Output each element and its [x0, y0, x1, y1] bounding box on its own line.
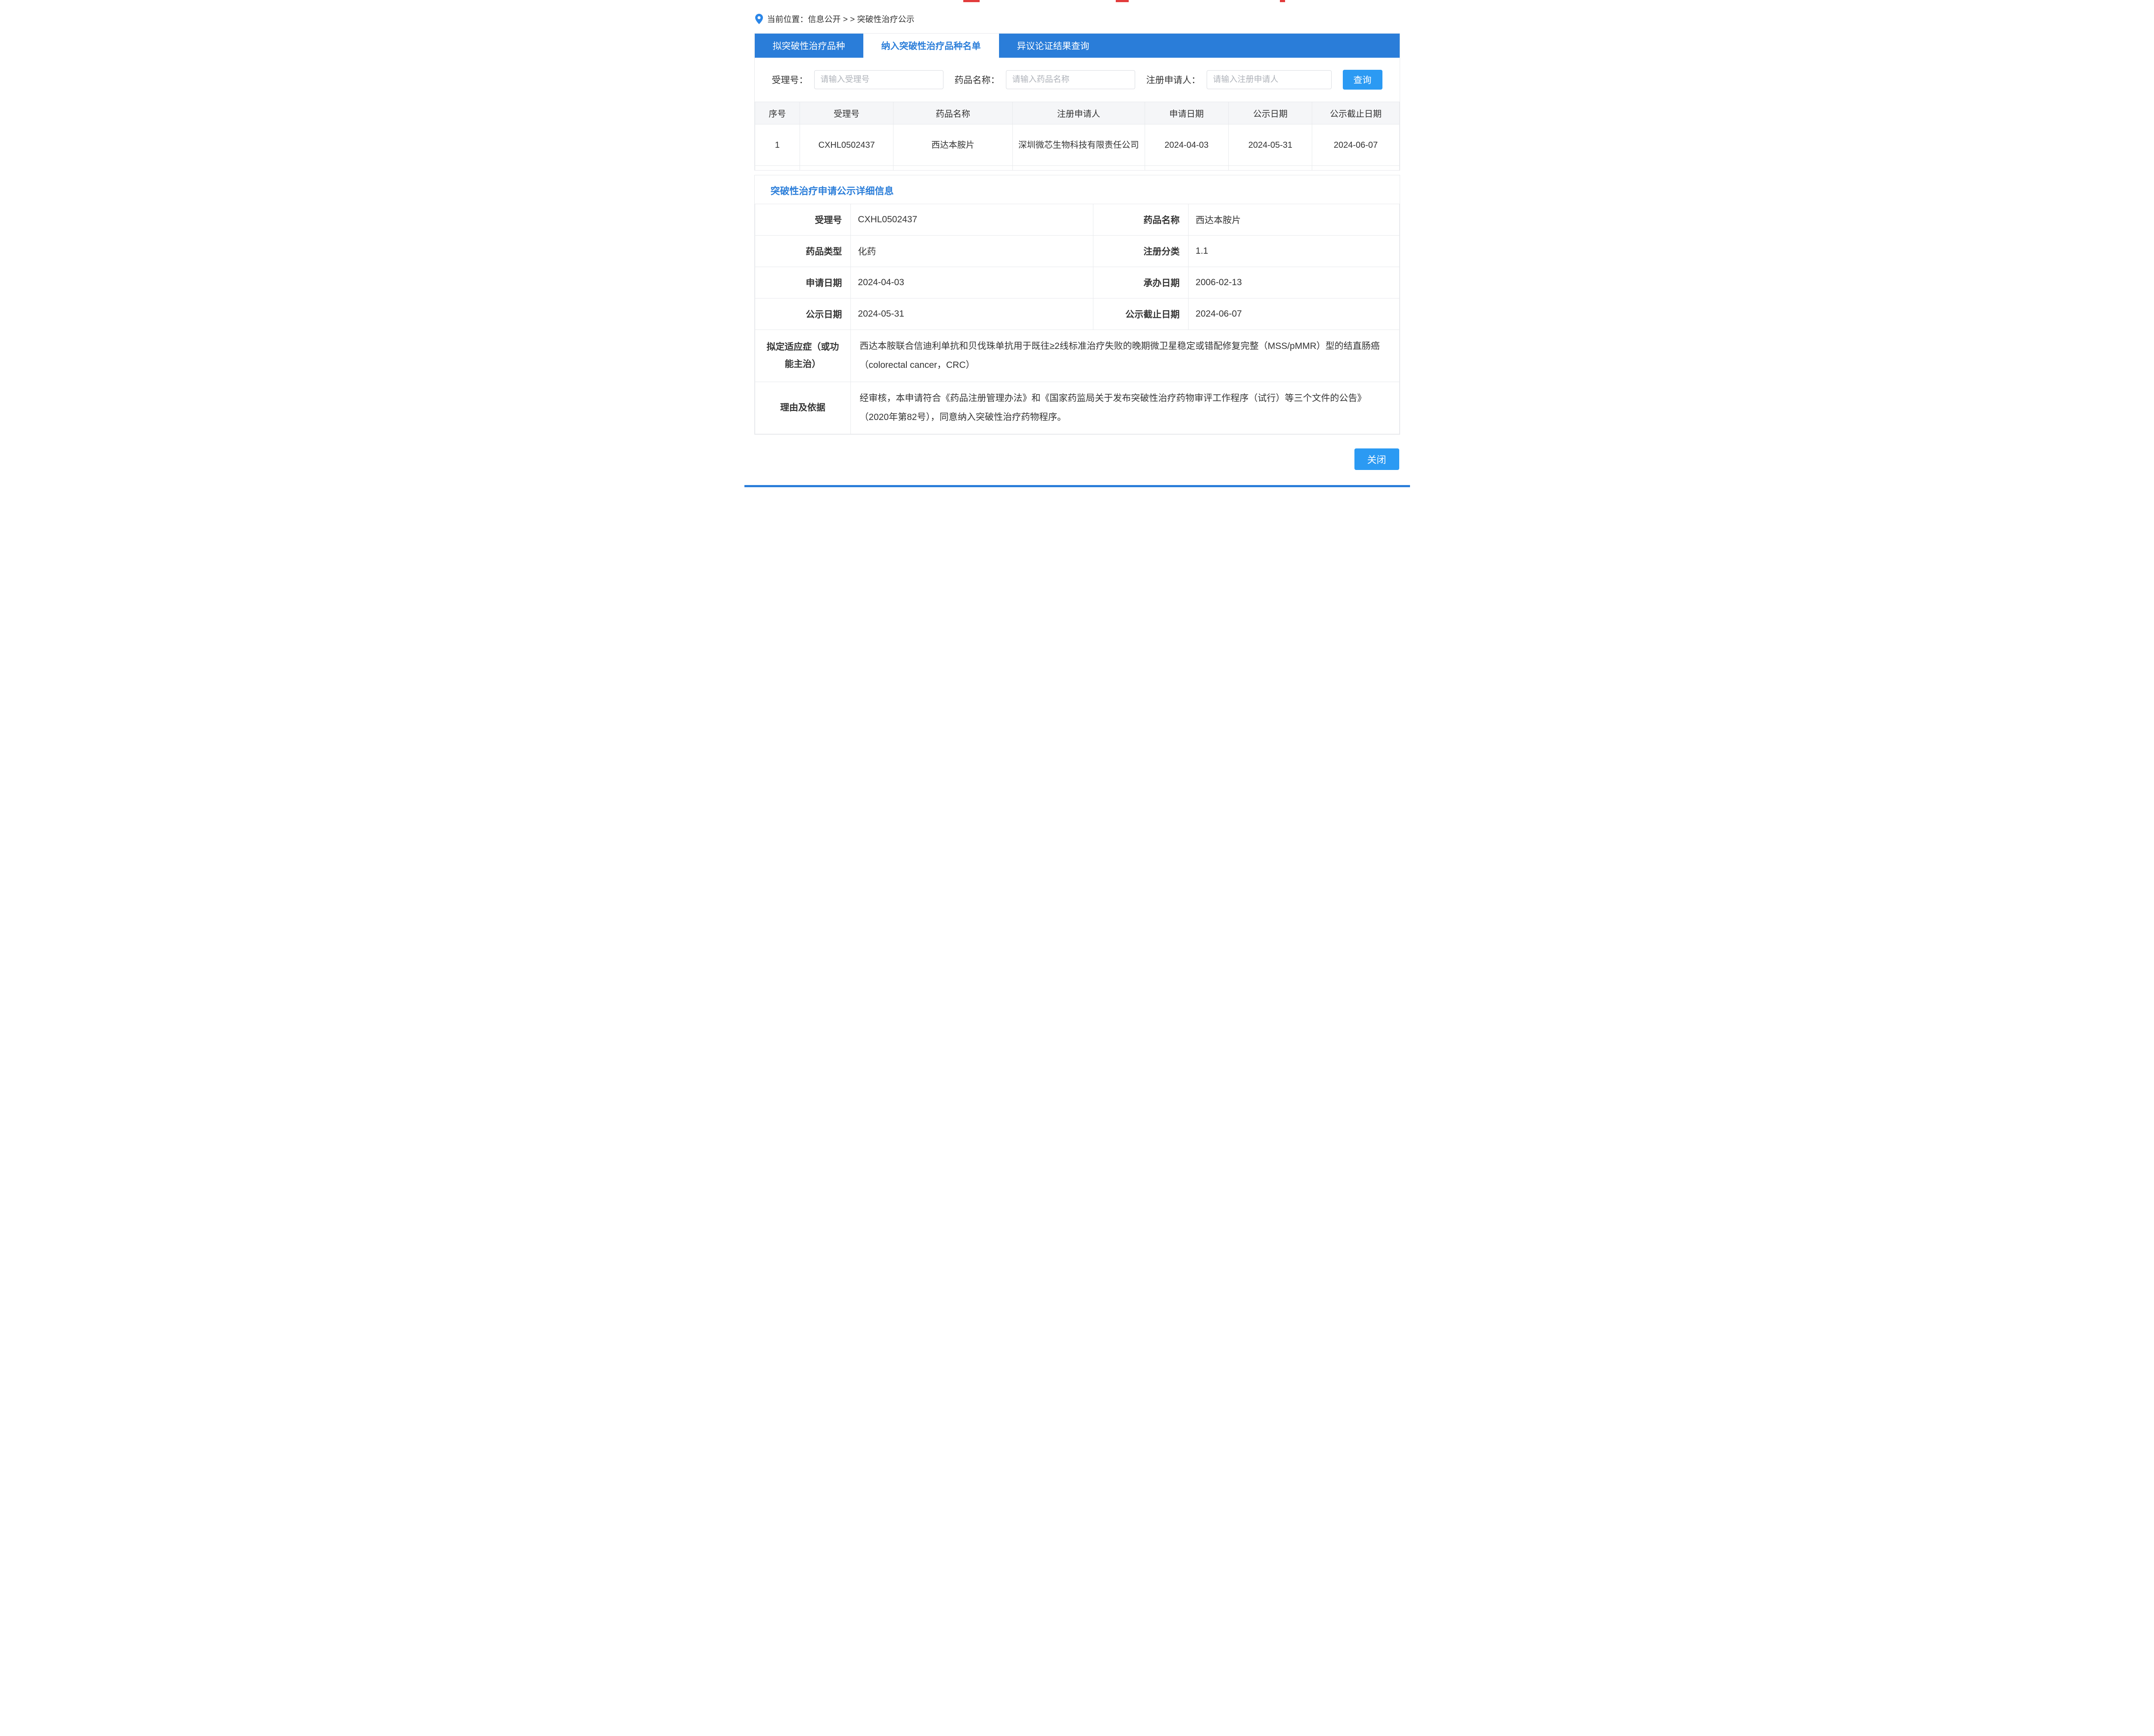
detail-row: 受理号 CXHL0502437 药品名称 西达本胺片 — [755, 204, 1399, 235]
detail-label: 理由及依据 — [755, 382, 851, 434]
table-row-clipped — [755, 166, 1399, 170]
page: 当前位置：信息公开 > > 突破性治疗公示 拟突破性治疗品种 纳入突破性治疗品种… — [744, 0, 1410, 487]
cell-acceptance-no: CXHL0502437 — [800, 124, 893, 166]
detail-value: 2006-02-13 — [1189, 267, 1399, 298]
header-seq: 序号 — [755, 102, 800, 124]
detail-value: CXHL0502437 — [851, 204, 1093, 235]
detail-row: 公示日期 2024-05-31 公示截止日期 2024-06-07 — [755, 298, 1399, 330]
search-bar: 受理号： 药品名称： 注册申请人： 查询 — [755, 58, 1400, 102]
detail-label: 公示截止日期 — [1093, 298, 1188, 330]
header-drug-name: 药品名称 — [893, 102, 1013, 124]
clipped-content-fragment — [963, 0, 980, 2]
close-button-row: 关闭 — [744, 448, 1399, 470]
detail-value: 西达本胺片 — [1189, 204, 1399, 235]
detail-label: 拟定适应症（或功能主治） — [755, 330, 851, 382]
detail-value: 2024-04-03 — [851, 267, 1093, 298]
detail-value: 2024-06-07 — [1189, 298, 1399, 330]
results-table-header-row: 序号 受理号 药品名称 注册申请人 申请日期 公示日期 公示截止日期 — [755, 102, 1399, 124]
results-table: 序号 受理号 药品名称 注册申请人 申请日期 公示日期 公示截止日期 1 CXH… — [755, 102, 1400, 170]
location-pin-icon — [755, 14, 763, 24]
detail-panel: 突破性治疗申请公示详细信息 受理号 CXHL0502437 药品名称 西达本胺片… — [754, 175, 1400, 435]
applicant-label: 注册申请人： — [1146, 73, 1201, 86]
footer-top-strip — [744, 485, 1410, 487]
detail-label: 药品类型 — [755, 235, 851, 267]
cell-drug-name: 西达本胺片 — [893, 124, 1013, 166]
detail-row: 药品类型 化药 注册分类 1.1 — [755, 235, 1399, 267]
header-acceptance-no: 受理号 — [800, 102, 893, 124]
query-button[interactable]: 查询 — [1343, 70, 1382, 90]
detail-title: 突破性治疗申请公示详细信息 — [755, 175, 1400, 204]
header-applicant: 注册申请人 — [1012, 102, 1145, 124]
detail-label: 申请日期 — [755, 267, 851, 298]
drug-name-field-group: 药品名称： — [955, 70, 1135, 89]
tab-included-breakthrough-list[interactable]: 纳入突破性治疗品种名单 — [863, 34, 999, 58]
detail-value: 经审核，本申请符合《药品注册管理办法》和《国家药监局关于发布突破性治疗药物审评工… — [851, 382, 1399, 434]
detail-value: 化药 — [851, 235, 1093, 267]
table-row[interactable]: 1 CXHL0502437 西达本胺片 深圳微芯生物科技有限责任公司 2024-… — [755, 124, 1399, 166]
detail-label: 注册分类 — [1093, 235, 1188, 267]
clipped-content-fragment — [1280, 0, 1285, 2]
cell-applicant: 深圳微芯生物科技有限责任公司 — [1012, 124, 1145, 166]
acceptance-no-field-group: 受理号： — [772, 70, 943, 89]
detail-label: 承办日期 — [1093, 267, 1188, 298]
header-publicity-end-date: 公示截止日期 — [1312, 102, 1399, 124]
breadcrumb-text: 当前位置：信息公开 > > 突破性治疗公示 — [767, 13, 915, 25]
detail-row: 申请日期 2024-04-03 承办日期 2006-02-13 — [755, 267, 1399, 298]
detail-table: 受理号 CXHL0502437 药品名称 西达本胺片 药品类型 化药 注册分类 … — [755, 204, 1400, 434]
cell-publicity-date: 2024-05-31 — [1229, 124, 1312, 166]
cell-apply-date: 2024-04-03 — [1145, 124, 1228, 166]
acceptance-no-label: 受理号： — [772, 73, 808, 86]
detail-label: 公示日期 — [755, 298, 851, 330]
detail-value: 2024-05-31 — [851, 298, 1093, 330]
tab-objection-demonstration-results[interactable]: 异议论证结果查询 — [999, 34, 1108, 58]
applicant-field-group: 注册申请人： — [1146, 70, 1332, 89]
cell-seq: 1 — [755, 124, 800, 166]
detail-label: 受理号 — [755, 204, 851, 235]
acceptance-no-input[interactable] — [814, 70, 943, 89]
tab-bar: 拟突破性治疗品种 纳入突破性治疗品种名单 异议论证结果查询 — [755, 34, 1400, 58]
detail-row-reason: 理由及依据 经审核，本申请符合《药品注册管理办法》和《国家药监局关于发布突破性治… — [755, 382, 1399, 434]
header-apply-date: 申请日期 — [1145, 102, 1228, 124]
breadcrumb: 当前位置：信息公开 > > 突破性治疗公示 — [744, 0, 1410, 33]
header-publicity-date: 公示日期 — [1229, 102, 1312, 124]
drug-name-input[interactable] — [1006, 70, 1135, 89]
detail-value: 1.1 — [1189, 235, 1399, 267]
clipped-content-fragment — [1116, 0, 1129, 2]
applicant-input[interactable] — [1207, 70, 1332, 89]
close-button[interactable]: 关闭 — [1354, 448, 1399, 470]
detail-label: 药品名称 — [1093, 204, 1188, 235]
drug-name-label: 药品名称： — [955, 73, 1000, 86]
detail-value: 西达本胺联合信迪利单抗和贝伐珠单抗用于既往≥2线标准治疗失败的晚期微卫星稳定或错… — [851, 330, 1399, 382]
cell-publicity-end-date: 2024-06-07 — [1312, 124, 1399, 166]
tab-proposed-breakthrough-varieties[interactable]: 拟突破性治疗品种 — [755, 34, 863, 58]
query-panel: 拟突破性治疗品种 纳入突破性治疗品种名单 异议论证结果查询 受理号： 药品名称：… — [754, 33, 1400, 171]
detail-row-indication: 拟定适应症（或功能主治） 西达本胺联合信迪利单抗和贝伐珠单抗用于既往≥2线标准治… — [755, 330, 1399, 382]
